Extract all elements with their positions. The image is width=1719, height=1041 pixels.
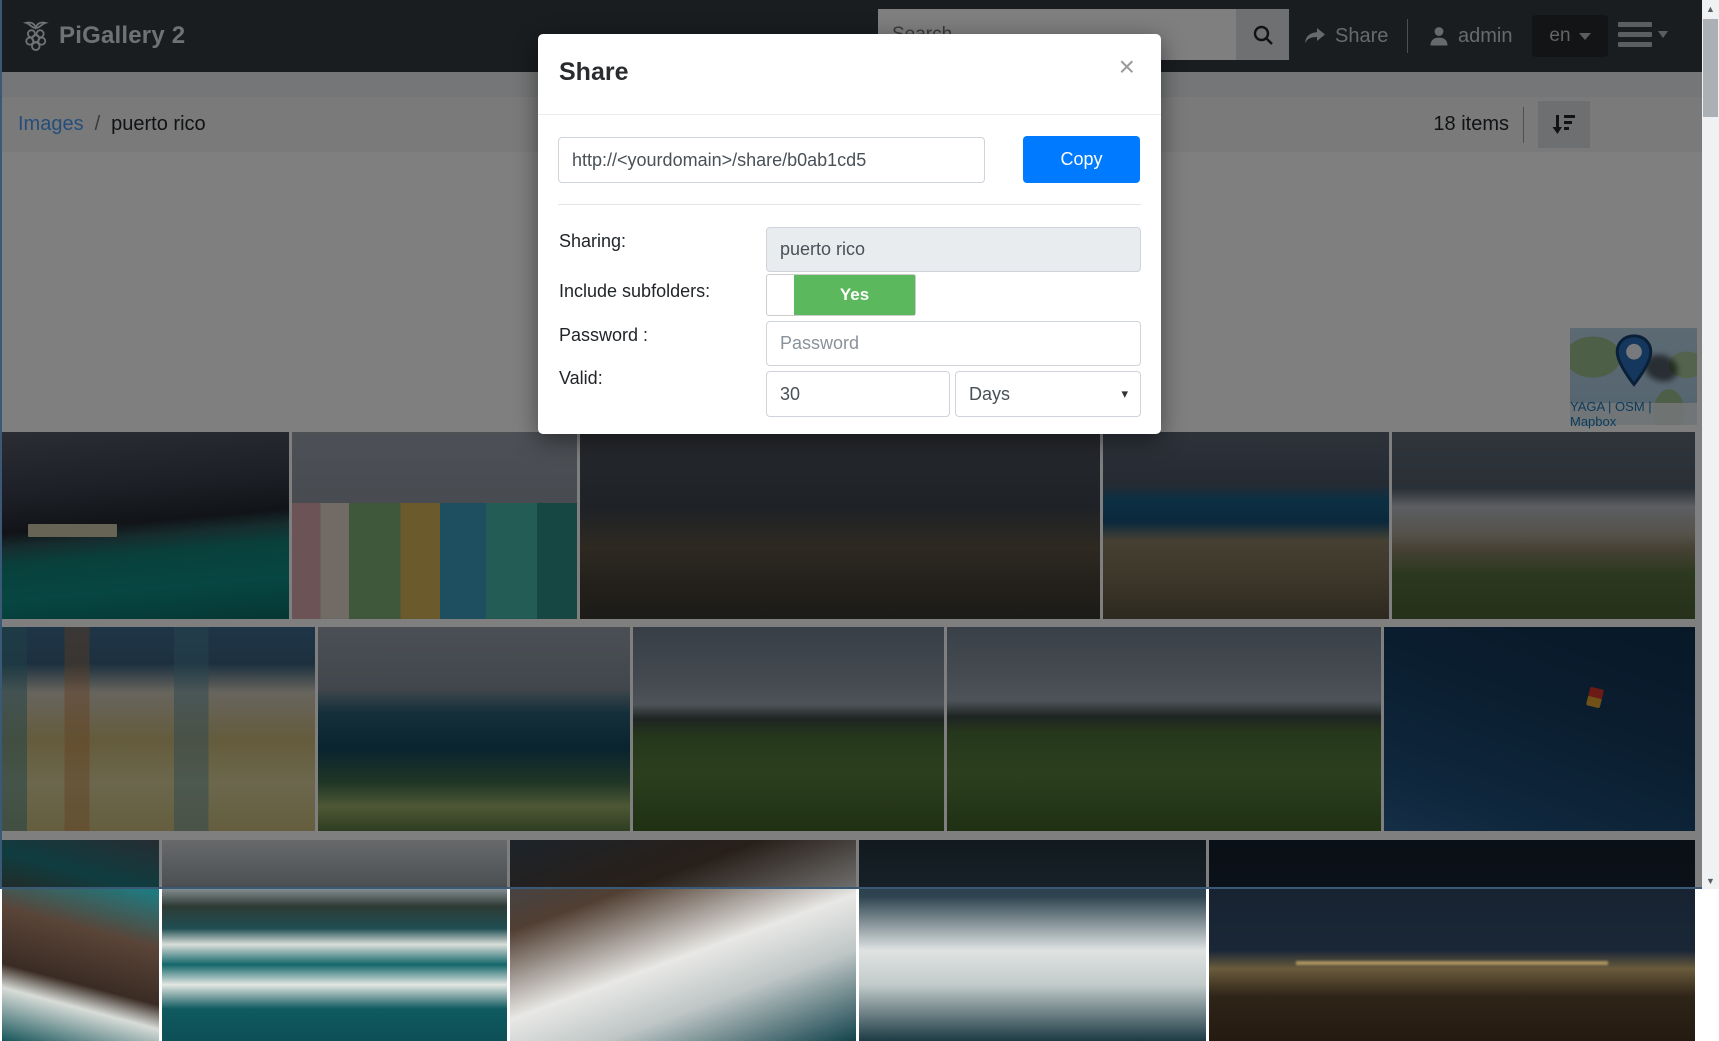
copy-button[interactable]: Copy (1023, 136, 1140, 183)
include-subfolders-toggle[interactable]: Yes (766, 274, 916, 316)
valid-unit-select[interactable]: Days ▾ (955, 371, 1141, 417)
scroll-down-arrow-icon[interactable]: ▼ (1702, 872, 1719, 889)
share-url-input[interactable] (558, 137, 985, 183)
scroll-up-arrow-icon[interactable]: ▲ (1702, 0, 1719, 17)
include-subfolders-label: Include subfolders: (559, 281, 710, 302)
select-caret-icon: ▾ (1121, 386, 1128, 402)
valid-unit-value: Days (969, 384, 1010, 405)
valid-duration-field[interactable] (766, 371, 950, 417)
password-field[interactable] (766, 321, 1141, 366)
vertical-scrollbar[interactable]: ▲ ▼ (1702, 0, 1719, 889)
sharing-label: Sharing: (559, 231, 626, 252)
sharing-name-field (766, 227, 1141, 272)
share-dialog: Share × Copy Sharing: Include subfolders… (538, 34, 1161, 434)
password-label: Password : (559, 325, 648, 346)
valid-label: Valid: (559, 368, 603, 389)
share-dialog-header: Share × (538, 34, 1161, 115)
section-divider (558, 204, 1141, 205)
close-button[interactable]: × (1113, 52, 1141, 82)
scrollbar-thumb[interactable] (1703, 19, 1718, 117)
toggle-on-segment: Yes (794, 275, 915, 315)
share-dialog-title: Share (559, 58, 628, 87)
